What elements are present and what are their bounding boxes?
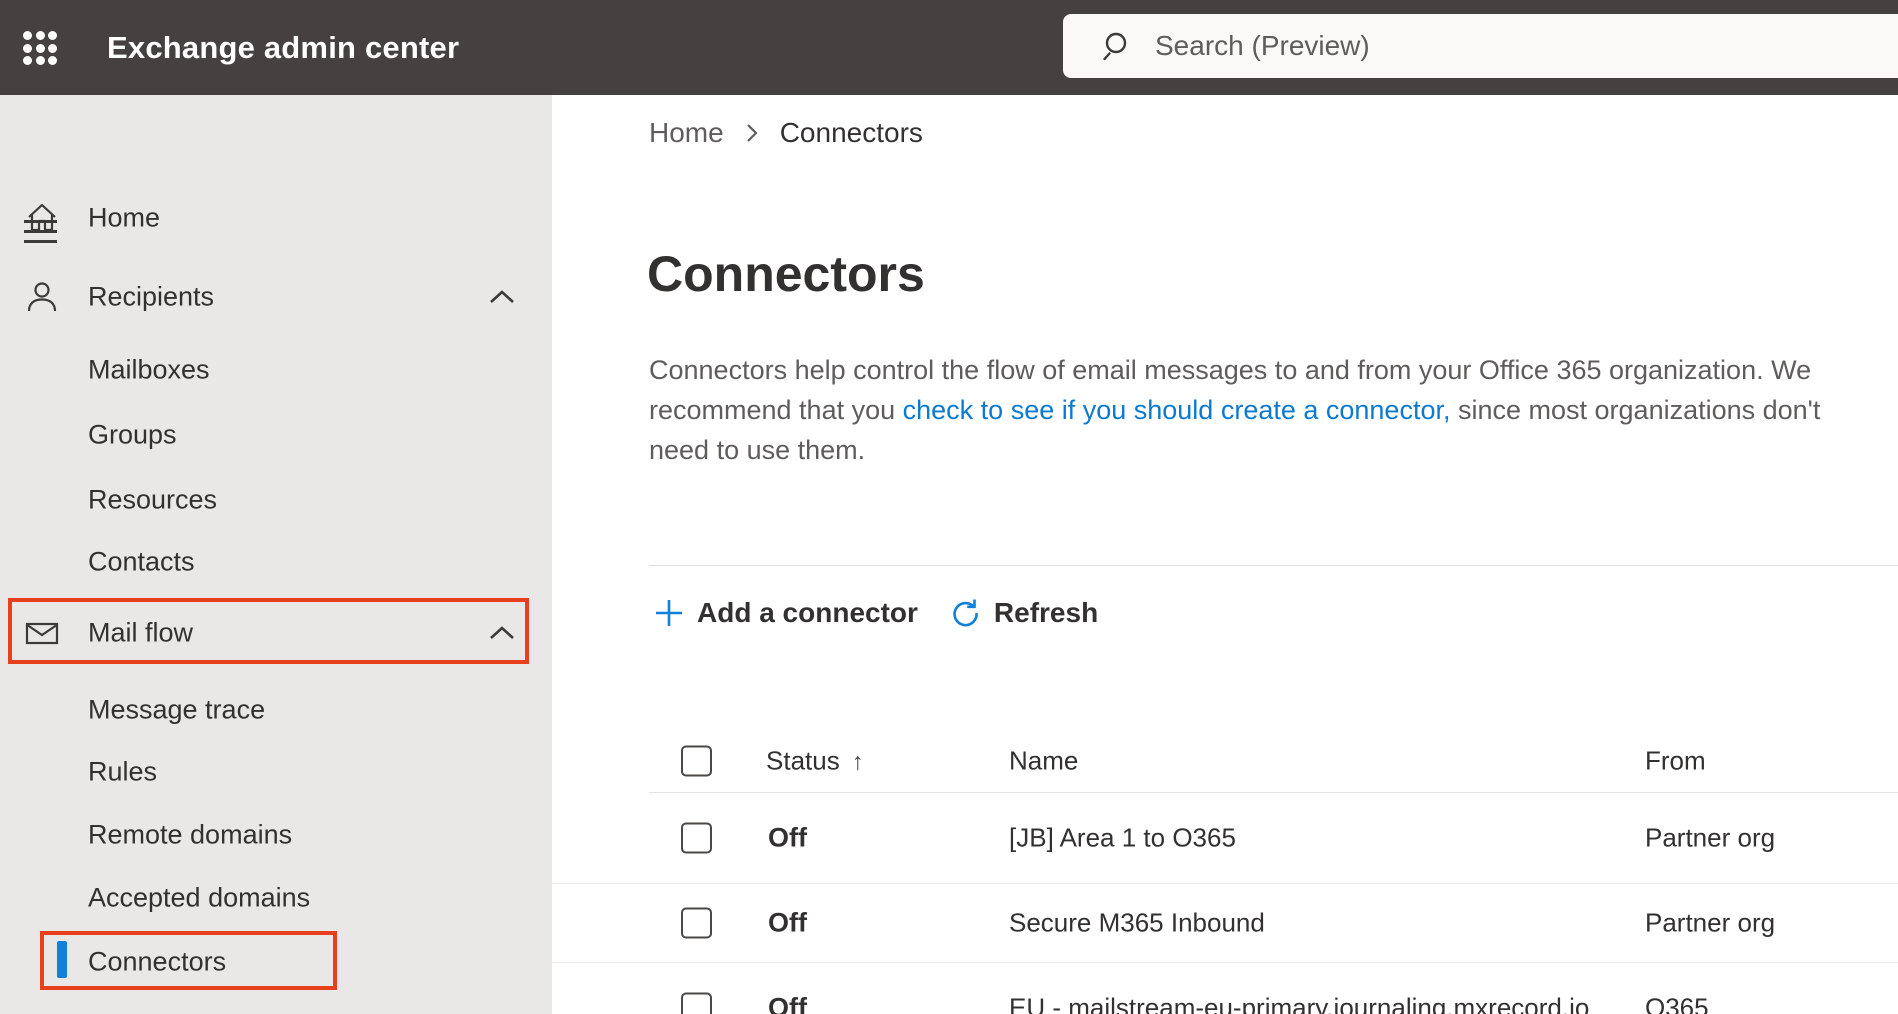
chevron-up-icon [490, 626, 514, 639]
row-checkbox[interactable] [681, 822, 712, 853]
toolbar-top-divider [649, 565, 1898, 566]
table-row[interactable]: Off [JB] Area 1 to O365 Partner org [552, 792, 1898, 884]
sidebar-item-groups[interactable]: Groups [0, 404, 552, 466]
cell-name: EU - mailstream-eu-primary.journaling.mx… [1009, 992, 1590, 1014]
refresh-button[interactable]: Refresh [948, 596, 1098, 630]
row-checkbox[interactable] [681, 907, 712, 939]
sidebar-item-remote-domains[interactable]: Remote domains [0, 804, 552, 866]
description-line-3: need to use them. [649, 435, 866, 465]
cell-from: Partner org [1645, 907, 1776, 938]
cell-name: [JB] Area 1 to O365 [1009, 822, 1236, 852]
breadcrumb: Home Connectors [649, 115, 923, 151]
description-line-2: recommend that you check to see if you s… [649, 395, 1821, 425]
plus-icon [656, 600, 682, 626]
toolbar: Add a connector Refresh [653, 591, 1098, 635]
select-all-checkbox[interactable] [681, 745, 712, 777]
main-content: Home Connectors Connectors Connectors he… [552, 95, 1898, 1014]
sidebar-item-recipients[interactable]: Recipients [0, 266, 552, 328]
app-launcher-button[interactable] [14, 22, 66, 74]
home-icon [28, 203, 56, 232]
create-connector-check-link[interactable]: check to see if you should create a conn… [903, 395, 1451, 425]
row-checkbox[interactable] [681, 992, 712, 1014]
column-header-name[interactable]: Name [1009, 746, 1078, 777]
sidebar-item-mailboxes[interactable]: Mailboxes [0, 339, 552, 401]
column-header-status[interactable]: Status ↑ [766, 746, 864, 777]
search-icon [1103, 32, 1127, 61]
column-header-from[interactable]: From [1645, 746, 1706, 777]
table-row[interactable]: Off Secure M365 Inbound Partner org [552, 884, 1898, 963]
chevron-up-icon [490, 290, 514, 303]
cell-status: Off [768, 907, 807, 938]
cell-status: Off [768, 822, 807, 852]
top-bar: Exchange admin center [0, 0, 1898, 95]
search-box [1063, 14, 1898, 78]
selected-item-indicator [57, 941, 67, 978]
sidebar-item-contacts[interactable]: Contacts [0, 531, 552, 593]
sidebar-nav: Home Recipients Mailboxes Groups Resourc… [0, 95, 552, 1014]
cell-name: Secure M365 Inbound [1009, 907, 1265, 938]
breadcrumb-chevron-icon [746, 124, 758, 142]
page-description: Connectors help control the flow of emai… [649, 350, 1820, 470]
sidebar-item-rules[interactable]: Rules [0, 741, 552, 803]
sidebar-item-home[interactable]: Home [0, 187, 552, 249]
cell-from: O365 [1645, 992, 1709, 1014]
refresh-icon [953, 599, 978, 627]
table-header-row: Status ↑ Name From [552, 730, 1898, 792]
person-icon [27, 282, 57, 312]
mail-icon [25, 622, 59, 645]
sidebar-item-message-trace[interactable]: Message trace [0, 679, 552, 741]
breadcrumb-current: Connectors [779, 117, 923, 148]
waffle-icon [23, 31, 57, 65]
table-row[interactable]: Off EU - mailstream-eu-primary.journalin… [552, 963, 1898, 1014]
sort-ascending-icon: ↑ [851, 748, 864, 776]
exchange-admin-center: Exchange admin center Home Recipients [0, 0, 1898, 1014]
sidebar-item-accepted-domains[interactable]: Accepted domains [0, 867, 552, 929]
search-input[interactable] [1155, 16, 1898, 76]
app-title: Exchange admin center [107, 30, 460, 65]
page-title: Connectors [647, 246, 925, 302]
cell-from: Partner org [1645, 822, 1776, 852]
breadcrumb-home-link[interactable]: Home [649, 117, 724, 149]
sidebar-item-mail-flow[interactable]: Mail flow [0, 602, 552, 664]
sidebar-item-resources[interactable]: Resources [0, 469, 552, 531]
add-connector-button[interactable]: Add a connector [653, 597, 918, 629]
description-line-1: Connectors help control the flow of emai… [649, 355, 1812, 385]
sidebar-item-connectors[interactable]: Connectors [0, 931, 552, 993]
cell-status: Off [768, 992, 807, 1014]
